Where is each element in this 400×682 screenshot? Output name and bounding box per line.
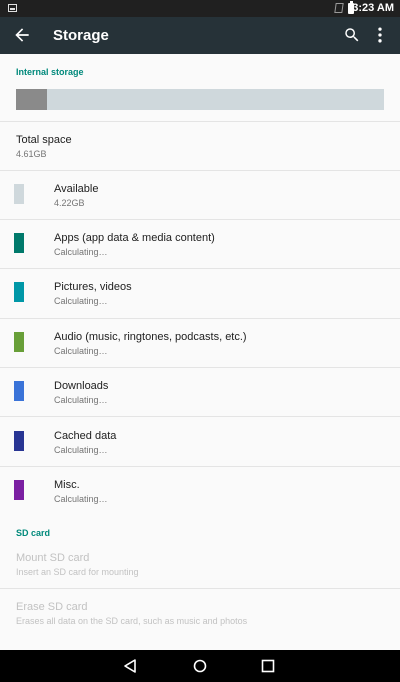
category-row-apps[interactable]: [0, 220, 400, 268]
app-bar: Storage: [0, 17, 400, 54]
category-color-swatch: [14, 282, 24, 302]
category-color-swatch: [14, 480, 24, 500]
category-color-swatch: [14, 184, 24, 204]
category-row-downloads[interactable]: [0, 368, 400, 416]
nav-recents-icon[interactable]: [261, 659, 275, 673]
total-space-row: [0, 122, 400, 170]
more-vert-icon[interactable]: [370, 25, 390, 45]
category-label: Cached data: [54, 430, 117, 442]
category-value: Calculating…: [54, 445, 108, 455]
category-row-misc[interactable]: [0, 467, 400, 515]
erase-sd-card-summary: Erases all data on the SD card, such as …: [16, 616, 248, 626]
total-space-value: 4.61GB: [16, 149, 47, 159]
mount-sd-card-title: Mount SD card: [16, 552, 90, 564]
category-value: 4.22GB: [54, 198, 85, 208]
category-value: Calculating…: [54, 296, 108, 306]
category-label: Downloads: [54, 380, 109, 392]
screenshot-notification-icon: [8, 4, 17, 12]
sd-card-header: SD card: [16, 528, 51, 538]
category-row-pictures[interactable]: [0, 269, 400, 317]
total-space-title: Total space: [16, 134, 72, 146]
category-color-swatch: [14, 233, 24, 253]
category-label: Audio (music, ringtones, podcasts, etc.): [54, 331, 247, 343]
nav-home-icon[interactable]: [192, 658, 208, 674]
status-time: 3:23 AM: [352, 2, 394, 14]
storage-usage-bar: [16, 89, 384, 110]
category-color-swatch: [14, 431, 24, 451]
storage-used-fill: [16, 89, 48, 110]
status-bar: 3:23 AM: [0, 0, 400, 17]
category-value: Calculating…: [54, 395, 108, 405]
page-title: Storage: [53, 27, 109, 44]
erase-sd-card-title: Erase SD card: [16, 601, 88, 613]
nav-back-icon[interactable]: [122, 658, 138, 674]
internal-storage-header: Internal storage: [16, 67, 84, 77]
category-label: Apps (app data & media content): [54, 232, 215, 244]
category-label: Misc.: [54, 479, 80, 491]
search-icon[interactable]: [343, 26, 361, 44]
arrow-back-icon[interactable]: [12, 25, 32, 45]
category-value: Calculating…: [54, 346, 108, 356]
no-sim-icon: [334, 3, 344, 13]
category-color-swatch: [14, 332, 24, 352]
mount-sd-card-row[interactable]: [0, 542, 400, 588]
category-value: Calculating…: [54, 247, 108, 257]
navigation-bar: [0, 650, 400, 682]
category-color-swatch: [14, 381, 24, 401]
mount-sd-card-summary: Insert an SD card for mounting: [16, 567, 139, 577]
category-label: Pictures, videos: [54, 281, 132, 293]
category-value: Calculating…: [54, 494, 108, 504]
category-row-audio[interactable]: [0, 319, 400, 367]
category-row-available[interactable]: [0, 171, 400, 219]
category-label: Available: [54, 183, 99, 195]
